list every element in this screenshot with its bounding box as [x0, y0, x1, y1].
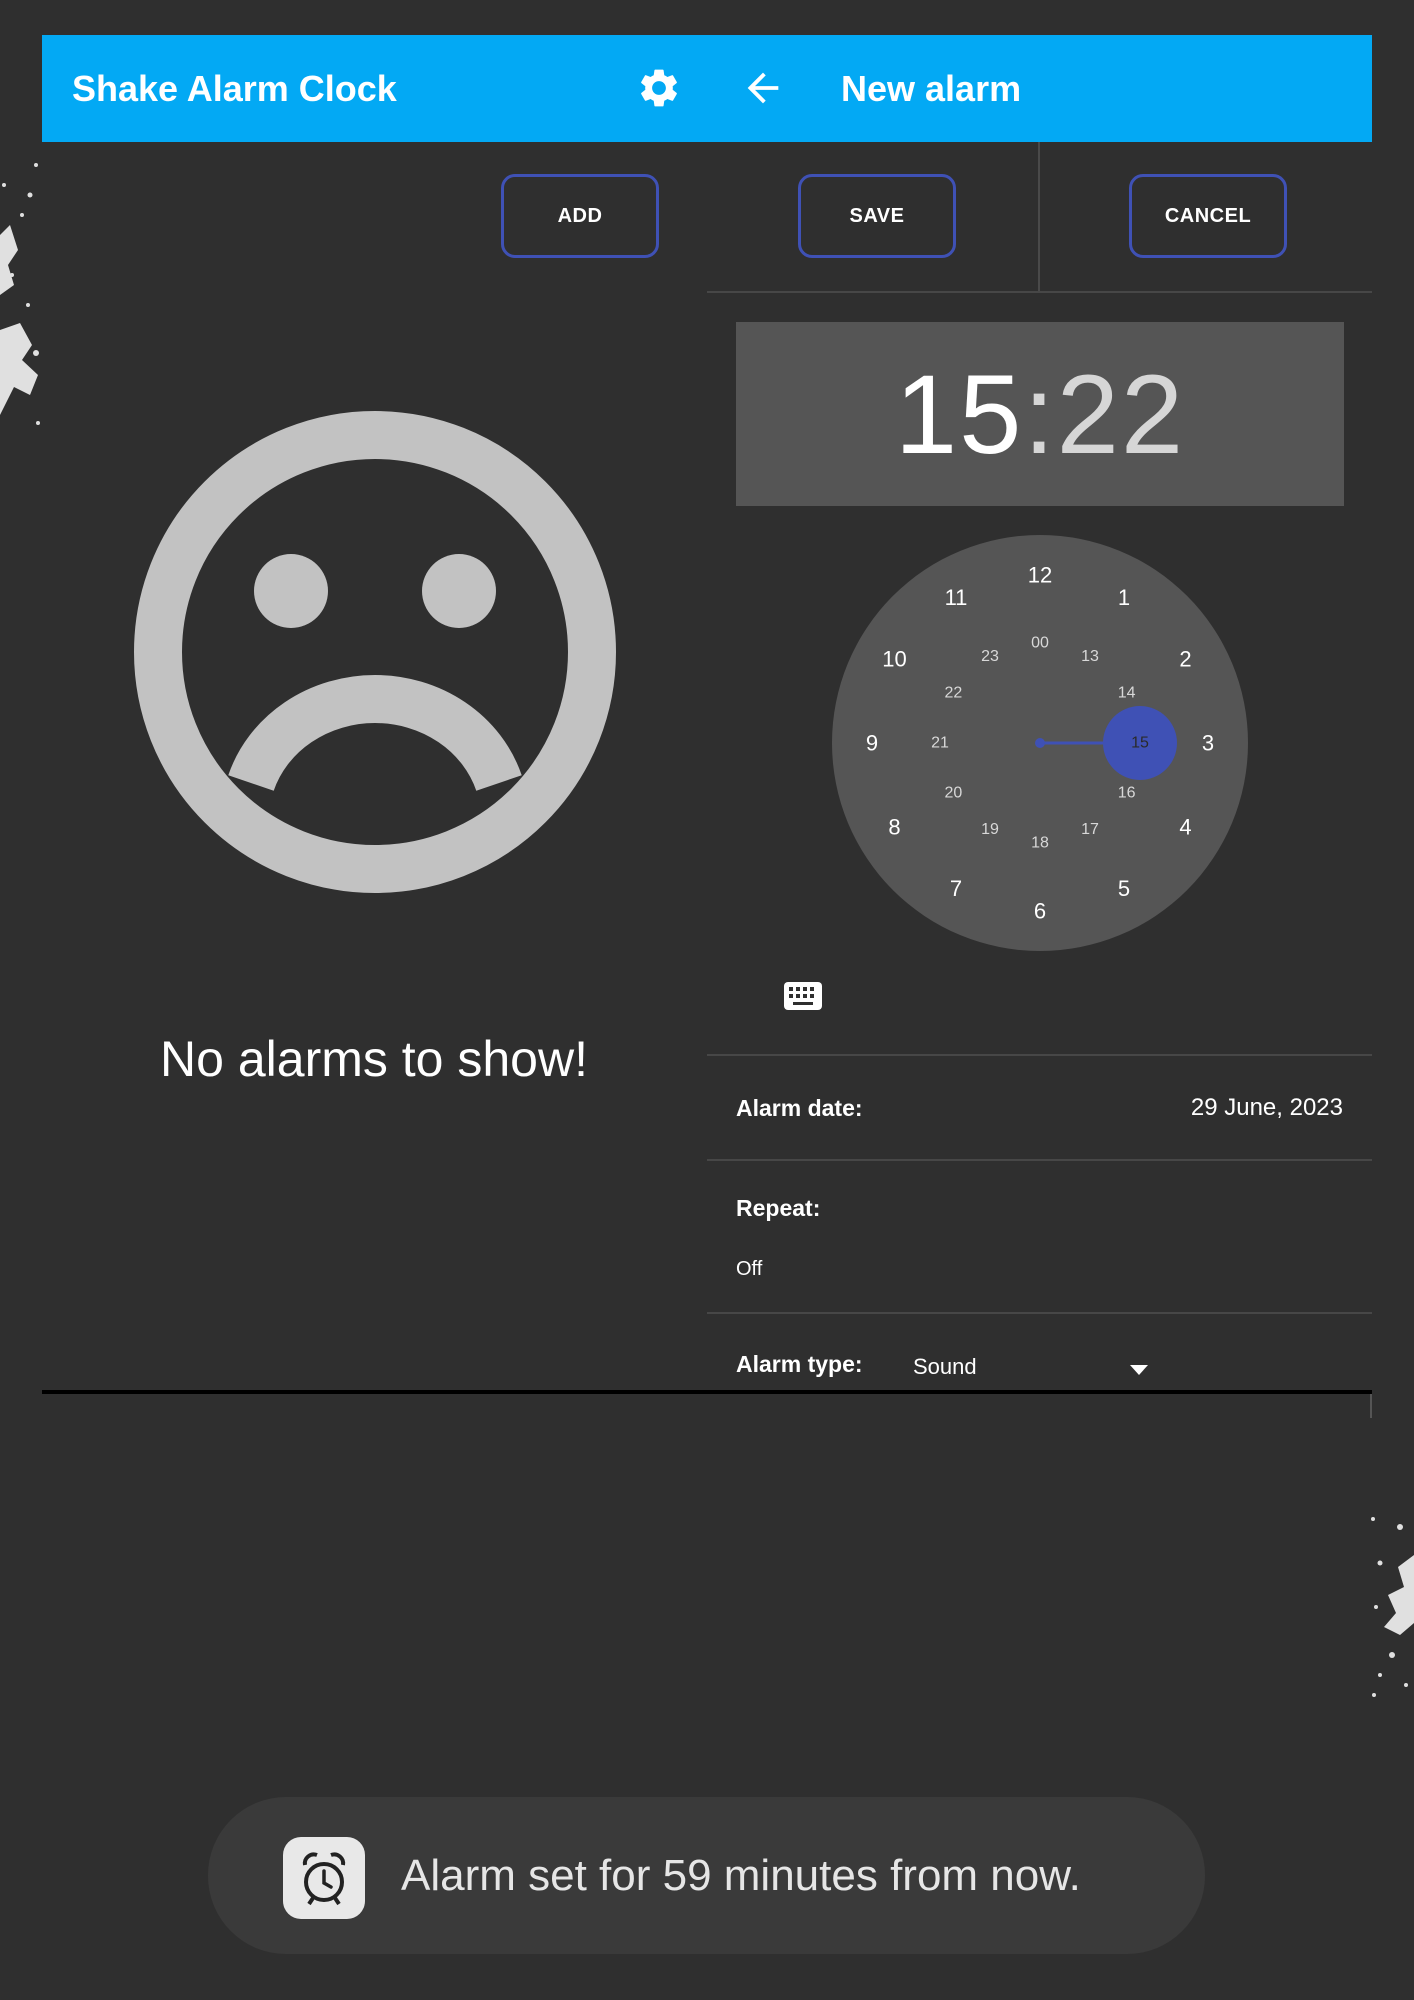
paint-splatter [1370, 1515, 1414, 1710]
clock-hour-17[interactable]: 17 [1081, 821, 1099, 838]
repeat-label: Repeat: [736, 1195, 821, 1221]
clock-hour-3[interactable]: 3 [1202, 731, 1214, 756]
clock-hour-7[interactable]: 7 [950, 876, 962, 901]
clock-hour-1[interactable]: 1 [1118, 585, 1130, 610]
alarm-date-value[interactable]: 29 June, 2023 [1191, 1094, 1343, 1122]
caret-down-icon[interactable] [1130, 1362, 1148, 1380]
divider [707, 291, 1372, 293]
alarm-type-select[interactable]: Sound [913, 1354, 977, 1380]
window-edge [1370, 1394, 1372, 1418]
clock-hour-6[interactable]: 6 [1034, 899, 1046, 924]
clock-dial[interactable]: 12 1 2 3 4 5 6 7 8 9 10 11 00 13 14 15 16 17 18 19 20 21 22 23 [832, 535, 1248, 951]
clock-center [1035, 738, 1045, 748]
sad-face-icon [133, 410, 617, 894]
clock-hour-18[interactable]: 18 [1031, 835, 1049, 852]
repeat-value[interactable]: Off [736, 1258, 762, 1281]
empty-state-message: No alarms to show! [160, 1031, 588, 1087]
clock-face[interactable]: 121234567891011001314151617181920212223 [832, 535, 1248, 951]
add-button[interactable]: ADD [501, 174, 659, 258]
clock-hour-5[interactable]: 5 [1118, 876, 1130, 901]
time-separator: : [1023, 351, 1057, 477]
minutes-value[interactable]: 22 [1057, 350, 1186, 479]
gear-icon[interactable] [636, 65, 682, 111]
clock-hour-9[interactable]: 9 [866, 731, 878, 756]
save-button[interactable]: SAVE [798, 174, 956, 258]
time-display: 15:22 [736, 322, 1344, 506]
cancel-button[interactable]: CANCEL [1129, 174, 1287, 258]
divider [707, 1054, 1372, 1056]
app-title: Shake Alarm Clock [72, 68, 397, 109]
alarm-type-label: Alarm type: [736, 1351, 863, 1377]
clock-hour-00[interactable]: 00 [1031, 635, 1049, 652]
alarm-date-label: Alarm date: [736, 1095, 863, 1121]
keyboard-icon[interactable] [784, 982, 822, 1010]
app-bar: Shake Alarm Clock New alarm [42, 35, 1372, 142]
window-bottom-edge [42, 1390, 1372, 1394]
toast-notification: Alarm set for 59 minutes from now. [208, 1797, 1205, 1954]
new-alarm-title: New alarm [841, 68, 1022, 109]
divider [707, 1159, 1372, 1161]
clock-hour-8[interactable]: 8 [888, 815, 900, 840]
clock-hour-15[interactable]: 15 [1131, 735, 1149, 752]
divider [707, 1312, 1372, 1314]
clock-hour-21[interactable]: 21 [931, 735, 949, 752]
clock-hour-23[interactable]: 23 [981, 648, 999, 665]
arrow-left-icon[interactable] [740, 65, 786, 111]
clock-hour-14[interactable]: 14 [1118, 685, 1136, 702]
clock-hour-22[interactable]: 22 [944, 685, 962, 702]
clock-hour-16[interactable]: 16 [1118, 785, 1136, 802]
clock-hour-2[interactable]: 2 [1179, 647, 1191, 672]
clock-hour-12[interactable]: 12 [1028, 563, 1052, 588]
clock-hour-4[interactable]: 4 [1179, 815, 1191, 840]
clock-hour-10[interactable]: 10 [882, 647, 906, 672]
clock-hour-20[interactable]: 20 [944, 785, 962, 802]
clock-hour-19[interactable]: 19 [981, 821, 999, 838]
button-divider [1038, 142, 1040, 292]
toast-message: Alarm set for 59 minutes from now. [401, 1851, 1081, 1900]
clock-hour-13[interactable]: 13 [1081, 648, 1099, 665]
alarm-clock-icon [283, 1837, 365, 1919]
clock-hour-11[interactable]: 11 [945, 585, 968, 610]
paint-splatter [0, 155, 42, 440]
hours-value[interactable]: 15 [895, 350, 1024, 479]
